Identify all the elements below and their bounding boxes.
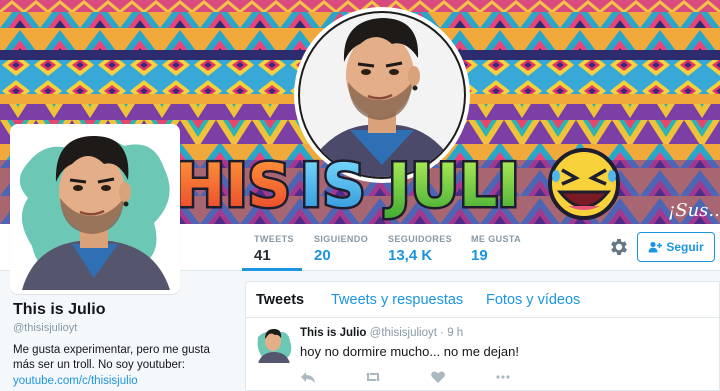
banner-title-this: HIS (175, 151, 291, 221)
tab-tweets[interactable]: Tweets (256, 292, 304, 308)
avatar-illustration (14, 128, 176, 290)
tweet-author-handle[interactable]: @thisisjulioyt (370, 327, 437, 339)
stat-following-label: SIGUIENDO (314, 234, 369, 244)
stat-tweets-label: TWEETS (254, 234, 294, 244)
tweet-timestamp[interactable]: 9 h (447, 327, 463, 339)
stat-following[interactable]: SIGUIENDO 20 (302, 224, 378, 271)
gear-icon[interactable] (608, 236, 630, 258)
profile-avatar[interactable] (10, 124, 180, 294)
stat-tweets[interactable]: TWEETS 41 (242, 224, 302, 271)
like-heart-icon[interactable] (430, 369, 446, 385)
follow-button-label: Seguir (666, 240, 704, 254)
banner-title-is: IS (300, 151, 366, 221)
tweet-header: This is Julio @thisisjulioyt · 9 h (300, 327, 463, 339)
tweet-item[interactable]: This is Julio @thisisjulioyt · 9 h hoy n… (246, 319, 720, 391)
more-options-icon[interactable] (495, 369, 511, 385)
laughing-emoji-icon (548, 148, 620, 220)
tab-tweets-and-replies[interactable]: Tweets y respuestas (331, 292, 463, 308)
profile-bio: Me gusta experimentar, pero me gusta más… (13, 344, 210, 371)
timeline: Tweets Tweets y respuestas Fotos y vídeo… (245, 281, 720, 391)
reply-icon[interactable] (300, 369, 316, 385)
tweet-avatar[interactable] (256, 327, 292, 363)
tab-photos-and-videos[interactable]: Fotos y vídeos (486, 292, 580, 308)
follow-button[interactable]: Seguir (637, 232, 715, 262)
retweet-icon[interactable] (365, 369, 381, 385)
stat-followers-label: SEGUIDORES (388, 234, 453, 244)
stat-tweets-value: 41 (254, 247, 271, 264)
stat-followers[interactable]: SEGUIDORES 13,4 K (376, 224, 460, 271)
tweet-separator: · (440, 327, 444, 339)
stat-likes-label: ME GUSTA (471, 234, 522, 244)
add-user-icon (648, 241, 663, 253)
tweet-text: hoy no dormire mucho... no me dejan! (300, 344, 519, 359)
tweet-author-name[interactable]: This is Julio (300, 327, 366, 339)
banner-title-julio: JULI (384, 151, 520, 221)
banner-signature: ¡Sus... (668, 200, 720, 221)
profile-handle[interactable]: @thisisjulioyt (13, 322, 77, 334)
stat-following-value: 20 (314, 247, 331, 264)
tweet-actions (300, 369, 560, 385)
stat-likes[interactable]: ME GUSTA 19 (459, 224, 531, 271)
profile-website-link[interactable]: youtube.com/c/thisisjulio (13, 375, 138, 387)
stat-followers-value: 13,4 K (388, 247, 433, 264)
timeline-tabs: Tweets Tweets y respuestas Fotos y vídeo… (246, 282, 719, 318)
profile-name[interactable]: This is Julio (13, 301, 105, 319)
stat-likes-value: 19 (471, 247, 488, 264)
